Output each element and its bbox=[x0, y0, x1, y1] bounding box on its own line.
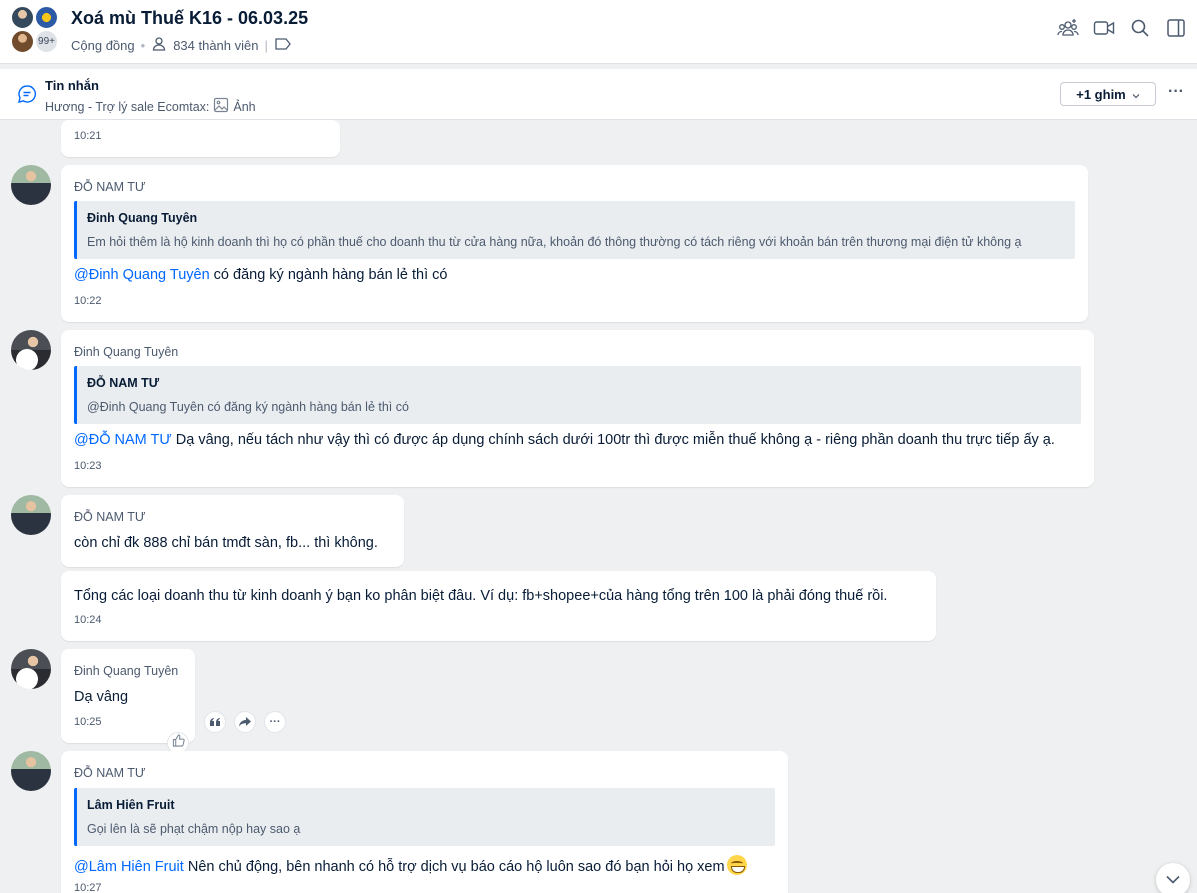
avatar[interactable] bbox=[11, 165, 51, 205]
message-text: còn chỉ đk 888 chỉ bán tmđt sàn, fb... t… bbox=[74, 535, 378, 551]
sender-name: Đinh Quang Tuyên bbox=[74, 345, 179, 359]
more-icon[interactable]: ··· bbox=[264, 711, 286, 733]
message-text: @Lâm Hiên Fruit Nên chủ động, bên nhanh … bbox=[74, 855, 747, 875]
quoted-text: Gọi lên là sẽ phạt chậm nộp hay sao ạ bbox=[87, 822, 301, 836]
message-bubble[interactable]: Tổng các loại doanh thu từ kinh doanh ý … bbox=[61, 571, 936, 641]
mention-link[interactable]: @Lâm Hiên Fruit bbox=[74, 859, 184, 875]
member-avatar bbox=[10, 29, 35, 54]
pinned-more-button[interactable]: ··· bbox=[1166, 82, 1186, 106]
add-members-icon[interactable] bbox=[1057, 16, 1079, 40]
member-count[interactable]: 834 thành viên bbox=[173, 38, 258, 53]
header-actions bbox=[1057, 16, 1187, 40]
message-time: 10:24 bbox=[74, 614, 102, 626]
message-bubble[interactable]: ĐỖ NAM TƯ còn chỉ đk 888 chỉ bán tmđt sà… bbox=[61, 495, 404, 567]
quote-icon[interactable] bbox=[204, 711, 226, 733]
message-body: Nên chủ động, bên nhanh có hỗ trợ dịch v… bbox=[183, 859, 725, 875]
sender-name: ĐỖ NAM TƯ bbox=[74, 180, 146, 194]
more-pins-button[interactable]: +1 ghim bbox=[1060, 82, 1156, 106]
message-text: Tổng các loại doanh thu từ kinh doanh ý … bbox=[74, 588, 888, 604]
message-bubble[interactable]: ĐỖ NAM TƯ Đinh Quang Tuyên Em hỏi thêm l… bbox=[61, 165, 1088, 322]
sender-name: ĐỖ NAM TƯ bbox=[74, 510, 146, 524]
pinned-sender: Hương - Trợ lý sale Ecomtax: bbox=[45, 99, 210, 114]
chat-bubble-icon bbox=[17, 84, 37, 104]
search-icon[interactable] bbox=[1129, 16, 1151, 40]
message-text: @ĐỖ NAM TƯ Dạ vâng, nếu tách như vậy thì… bbox=[74, 432, 1055, 448]
more-pins-label: +1 ghim bbox=[1076, 86, 1126, 102]
member-avatar bbox=[10, 5, 35, 30]
quoted-text: Em hỏi thêm là hộ kinh doanh thì họ có p… bbox=[87, 235, 1022, 249]
thumbs-up-icon bbox=[172, 734, 185, 752]
avatar[interactable] bbox=[11, 751, 51, 791]
message-body: Dạ vâng, nếu tách như vậy thì có được áp… bbox=[171, 432, 1055, 448]
message-time: 10:22 bbox=[74, 295, 102, 307]
message-bubble[interactable]: Đinh Quang Tuyên Dạ vâng 10:25 bbox=[61, 649, 195, 743]
separator: | bbox=[264, 38, 268, 53]
message-bubble[interactable]: Đinh Quang Tuyên ĐỖ NAM TƯ @Đinh Quang T… bbox=[61, 330, 1094, 487]
message-bubble[interactable]: 10:21 bbox=[61, 120, 340, 157]
separator: • bbox=[140, 38, 146, 53]
members-icon bbox=[151, 36, 167, 55]
forward-icon[interactable] bbox=[234, 711, 256, 733]
message-bubble[interactable]: ĐỖ NAM TƯ Lâm Hiên Fruit Gọi lên là sẽ p… bbox=[61, 751, 788, 893]
message-text: @Đinh Quang Tuyên có đăng ký ngành hàng … bbox=[74, 267, 447, 283]
sender-name: ĐỖ NAM TƯ bbox=[74, 766, 146, 780]
member-overflow-count: 99+ bbox=[34, 29, 59, 54]
scroll-to-bottom-button[interactable] bbox=[1156, 863, 1190, 893]
quoted-sender: Đinh Quang Tuyên bbox=[87, 211, 198, 225]
message-text: Dạ vâng bbox=[74, 689, 129, 705]
quoted-message[interactable]: Đinh Quang Tuyên Em hỏi thêm là hộ kinh … bbox=[74, 201, 1075, 259]
group-avatar[interactable]: 99+ bbox=[10, 5, 62, 57]
message-time: 10:27 bbox=[74, 882, 102, 893]
mention-link[interactable]: @ĐỖ NAM TƯ bbox=[74, 432, 172, 448]
chat-header: 99+ Xoá mù Thuế K16 - 06.03.25 Cộng đồng… bbox=[0, 0, 1197, 64]
video-call-icon[interactable] bbox=[1093, 16, 1115, 40]
group-meta: Cộng đồng • 834 thành viên | bbox=[71, 36, 292, 55]
quoted-sender: Lâm Hiên Fruit bbox=[87, 798, 175, 812]
sender-name: Đinh Quang Tuyên bbox=[74, 664, 179, 678]
pinned-attachment: Ảnh bbox=[233, 99, 256, 114]
sidebar-toggle-icon[interactable] bbox=[1165, 16, 1187, 40]
member-avatar bbox=[34, 5, 59, 30]
pinned-preview: Hương - Trợ lý sale Ecomtax: Ảnh bbox=[45, 97, 256, 116]
avatar[interactable] bbox=[11, 495, 51, 535]
image-icon bbox=[213, 97, 229, 116]
avatar[interactable] bbox=[11, 330, 51, 370]
message-time: 10:25 bbox=[74, 716, 102, 728]
quoted-sender: ĐỖ NAM TƯ bbox=[87, 376, 160, 390]
tag-icon[interactable] bbox=[274, 37, 292, 54]
chevron-down-icon bbox=[1132, 87, 1140, 102]
message-body: có đăng ký ngành hàng bán lẻ thì có bbox=[209, 267, 448, 283]
mention-link[interactable]: @Đinh Quang Tuyên bbox=[74, 267, 210, 283]
quoted-message[interactable]: Lâm Hiên Fruit Gọi lên là sẽ phạt chậm n… bbox=[74, 788, 775, 846]
quoted-text: @Đinh Quang Tuyên có đăng ký ngành hàng … bbox=[87, 400, 409, 414]
avatar[interactable] bbox=[11, 649, 51, 689]
community-label: Cộng đồng bbox=[71, 38, 135, 53]
message-actions: ··· bbox=[204, 711, 286, 733]
grin-emoji-icon bbox=[726, 855, 747, 875]
chevron-down-icon bbox=[1166, 871, 1180, 889]
group-title[interactable]: Xoá mù Thuế K16 - 06.03.25 bbox=[71, 8, 308, 29]
pinned-message-bar[interactable]: Tin nhắn Hương - Trợ lý sale Ecomtax: Ản… bbox=[0, 69, 1197, 120]
pinned-title: Tin nhắn bbox=[45, 78, 99, 93]
message-time: 10:21 bbox=[74, 130, 102, 142]
quoted-message[interactable]: ĐỖ NAM TƯ @Đinh Quang Tuyên có đăng ký n… bbox=[74, 366, 1081, 424]
message-time: 10:23 bbox=[74, 460, 102, 472]
